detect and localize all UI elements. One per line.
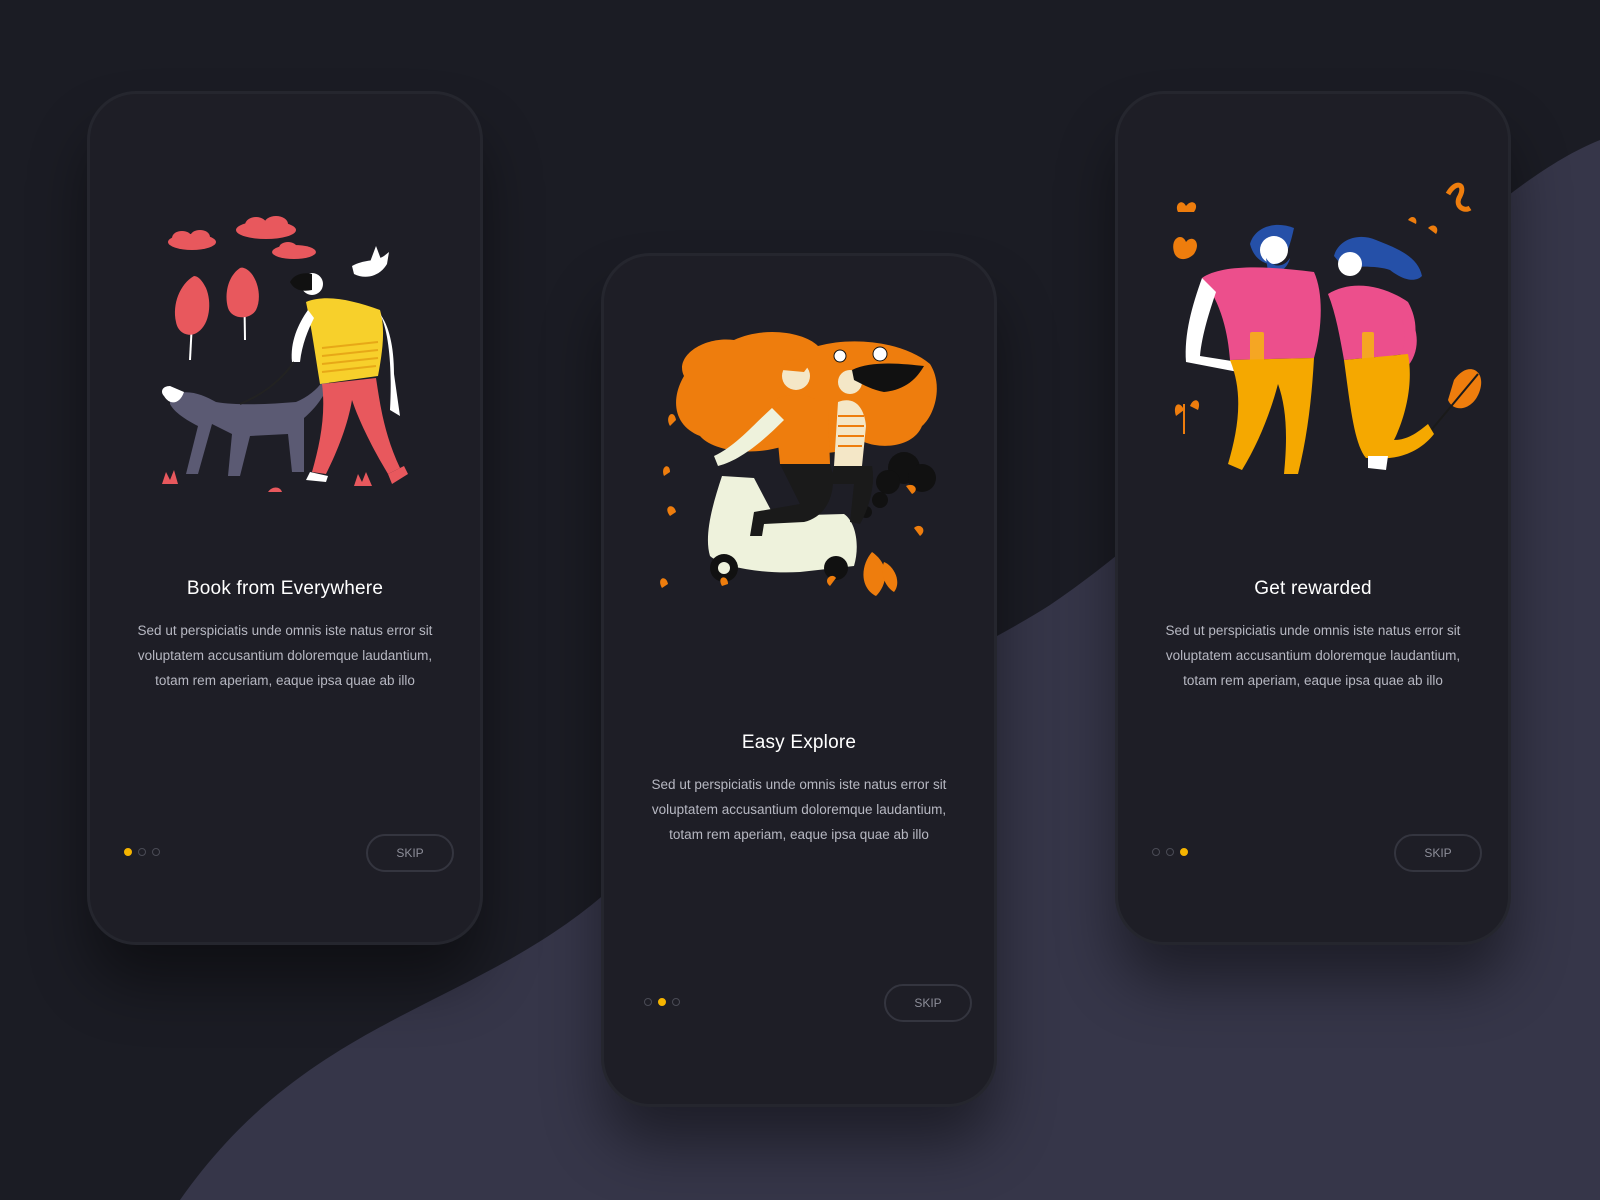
skip-button[interactable]: SKIP — [884, 984, 972, 1022]
dancing-couple-illustration — [1173, 182, 1482, 474]
page-dot-2-active[interactable] — [658, 998, 666, 1006]
page-dot-1-active[interactable] — [124, 848, 132, 856]
page-indicator — [1152, 848, 1188, 856]
screen-description: Sed ut perspiciatis unde omnis iste natu… — [651, 777, 947, 842]
man-walking-dog-illustration — [162, 216, 408, 492]
screen-description: Sed ut perspiciatis unde omnis iste natu… — [137, 623, 433, 688]
page-dot-3-active[interactable] — [1180, 848, 1188, 856]
onboarding-screen-2: Easy Explore Sed ut perspiciatis unde om… — [604, 256, 994, 1104]
skip-button[interactable]: SKIP — [1394, 834, 1482, 872]
onboarding-screen-3: Get rewarded Sed ut perspiciatis unde om… — [1118, 94, 1508, 942]
couple-on-scooter-illustration — [660, 332, 937, 596]
showcase-canvas: Book from Everywhere Sed ut perspiciatis… — [0, 0, 1600, 1200]
page-dot-2[interactable] — [138, 848, 146, 856]
page-indicator — [644, 998, 680, 1006]
page-dot-2[interactable] — [1166, 848, 1174, 856]
page-dot-1[interactable] — [1152, 848, 1160, 856]
page-dot-1[interactable] — [644, 998, 652, 1006]
screen-description: Sed ut perspiciatis unde omnis iste natu… — [1165, 623, 1461, 688]
screen-title: Get rewarded — [1254, 578, 1372, 599]
page-dot-3[interactable] — [152, 848, 160, 856]
screen-title: Book from Everywhere — [186, 578, 384, 599]
screen-title: Easy Explore — [741, 732, 857, 753]
onboarding-screen-1: Book from Everywhere Sed ut perspiciatis… — [90, 94, 480, 942]
skip-button[interactable]: SKIP — [366, 834, 454, 872]
page-dot-3[interactable] — [672, 998, 680, 1006]
page-indicator — [124, 848, 160, 856]
